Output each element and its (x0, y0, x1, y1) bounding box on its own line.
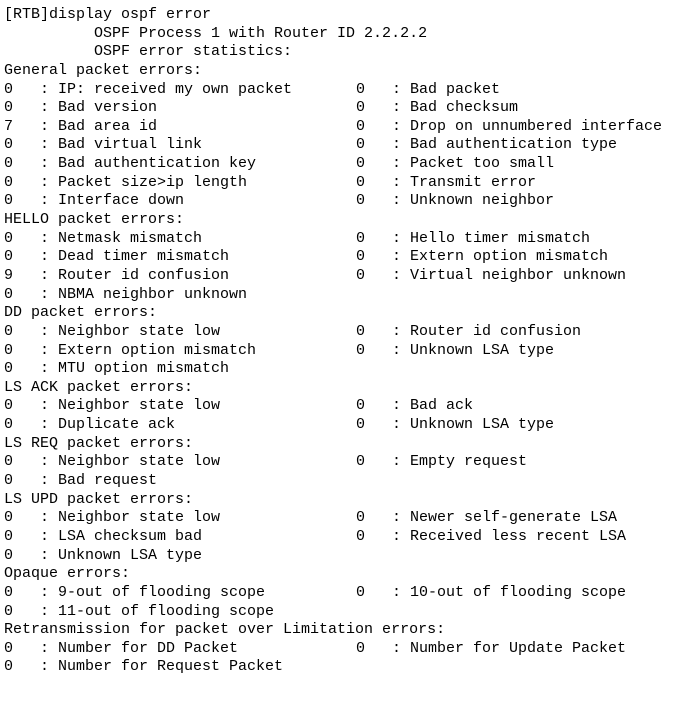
error-row: 0 : Bad authentication key 0 : Packet too… (0, 155, 676, 174)
error-entry-right: 0 : Bad packet (356, 80, 501, 98)
error-entry-right: 0 : 10-out of flooding scope (356, 583, 627, 601)
error-entry-left: 0 : LSA checksum bad (4, 527, 203, 545)
error-entry-right: 0 : Virtual neighbor unknown (356, 266, 627, 284)
error-entry-left: 0 : Neighbor state low (4, 397, 221, 415)
error-entry-right: 0 : Router id confusion (356, 322, 582, 340)
error-row: 0 : 9-out of flooding scope 0 : 10-out of… (0, 584, 676, 603)
section-title: Opaque errors: (4, 565, 131, 583)
error-entry-left: 0 : NBMA neighbor unknown (4, 285, 248, 303)
error-entry-left: 0 : Number for Request Packet (4, 658, 284, 676)
error-entry-right: 0 : Unknown LSA type (356, 341, 555, 359)
error-entry-left: 0 : Bad version (4, 99, 158, 117)
error-entry-left: 0 : MTU option mismatch (4, 360, 230, 378)
error-entry-right: 0 : Empty request (356, 453, 528, 471)
error-entry-right: 0 : Number for Update Packet (356, 639, 627, 657)
error-entry-left: 0 : Neighbor state low (4, 453, 221, 471)
header-line: OSPF error statistics: (4, 43, 293, 61)
error-entry-left: 0 : Packet size>ip length (4, 173, 248, 191)
error-row: 0 : Bad virtual link 0 : Bad authenticati… (0, 136, 676, 155)
error-entry-left: 0 : 11-out of flooding scope (4, 602, 275, 620)
terminal-output[interactable]: [RTB]display ospf error OSPF Process 1 w… (0, 0, 676, 713)
error-row: 9 : Router id confusion 0 : Virtual neigh… (0, 267, 676, 286)
section-title: HELLO packet errors: (4, 211, 185, 229)
error-row: 0 : Neighbor state low 0 : Bad ack (0, 397, 676, 416)
section-title: DD packet errors: (4, 304, 158, 322)
error-entry-left: 0 : IP: received my own packet (4, 80, 293, 98)
error-entry-left: 0 : Neighbor state low (4, 322, 221, 340)
header-line: OSPF Process 1 with Router ID 2.2.2.2 (4, 24, 428, 42)
error-row: 0 : Packet size>ip length 0 : Transmit er… (0, 174, 676, 193)
error-row: 0 : Bad request (0, 472, 676, 491)
error-entry-left: 0 : Netmask mismatch (4, 229, 203, 247)
error-entry-left: 0 : Interface down (4, 192, 185, 210)
error-row: 7 : Bad area id 0 : Drop on unnumbered in… (0, 118, 676, 137)
error-row: 0 : IP: received my own packet 0 : Bad pa… (0, 81, 676, 100)
error-entry-left: 0 : Neighbor state low (4, 509, 221, 527)
error-entry-left: 0 : Bad request (4, 472, 158, 490)
error-entry-right: 0 : Drop on unnumbered interface (356, 117, 663, 135)
error-entry-left: 0 : Number for DD Packet (4, 639, 239, 657)
error-row: 0 : Dead timer mismatch 0 : Extern option… (0, 248, 676, 267)
error-row: 0 : Interface down 0 : Unknown neighbor (0, 192, 676, 211)
error-entry-right: 0 : Unknown LSA type (356, 416, 555, 434)
error-row: 0 : Unknown LSA type (0, 547, 676, 566)
error-entry-left: 7 : Bad area id (4, 117, 158, 135)
error-entry-right: 0 : Bad ack (356, 397, 474, 415)
section-title: General packet errors: (4, 61, 203, 79)
error-row: 0 : Neighbor state low 0 : Newer self-gen… (0, 509, 676, 528)
error-entry-left: 9 : Router id confusion (4, 266, 230, 284)
command-prompt-line: [RTB]display ospf error (4, 6, 212, 23)
error-row: 0 : Number for Request Packet (0, 658, 676, 677)
error-entry-right: 0 : Packet too small (356, 155, 555, 173)
error-entry-left: 0 : Unknown LSA type (4, 546, 203, 564)
error-entry-left: 0 : Duplicate ack (4, 416, 176, 434)
error-entry-left: 0 : Bad authentication key (4, 155, 257, 173)
error-entry-right: 0 : Newer self-generate LSA (356, 509, 618, 527)
error-row: 0 : MTU option mismatch (0, 360, 676, 379)
error-entry-left: 0 : Extern option mismatch (4, 341, 257, 359)
error-entry-right: 0 : Hello timer mismatch (356, 229, 591, 247)
error-entry-right: 0 : Extern option mismatch (356, 248, 609, 266)
error-row: 0 : Neighbor state low 0 : Empty request (0, 453, 676, 472)
section-title: LS ACK packet errors: (4, 378, 194, 396)
error-row: 0 : NBMA neighbor unknown (0, 286, 676, 305)
error-row: 0 : Netmask mismatch 0 : Hello timer mism… (0, 230, 676, 249)
error-entry-left: 0 : Dead timer mismatch (4, 248, 230, 266)
error-row: 0 : Neighbor state low 0 : Router id conf… (0, 323, 676, 342)
section-title: Retransmission for packet over Limitatio… (4, 621, 446, 639)
error-entry-left: 0 : Bad virtual link (4, 136, 203, 154)
section-title: LS UPD packet errors: (4, 490, 194, 508)
error-entry-right: 0 : Transmit error (356, 173, 537, 191)
error-row: 0 : Number for DD Packet 0 : Number for U… (0, 640, 676, 659)
error-entry-right: 0 : Unknown neighbor (356, 192, 555, 210)
error-row: 0 : Extern option mismatch 0 : Unknown LS… (0, 342, 676, 361)
error-row: 0 : Duplicate ack 0 : Unknown LSA type (0, 416, 676, 435)
error-entry-right: 0 : Bad checksum (356, 99, 519, 117)
error-row: 0 : Bad version 0 : Bad checksum (0, 99, 676, 118)
section-title: LS REQ packet errors: (4, 434, 194, 452)
error-row: 0 : LSA checksum bad 0 : Received less re… (0, 528, 676, 547)
error-row: 0 : 11-out of flooding scope (0, 603, 676, 622)
error-entry-left: 0 : 9-out of flooding scope (4, 583, 266, 601)
error-entry-right: 0 : Received less recent LSA (356, 527, 627, 545)
error-entry-right: 0 : Bad authentication type (356, 136, 618, 154)
